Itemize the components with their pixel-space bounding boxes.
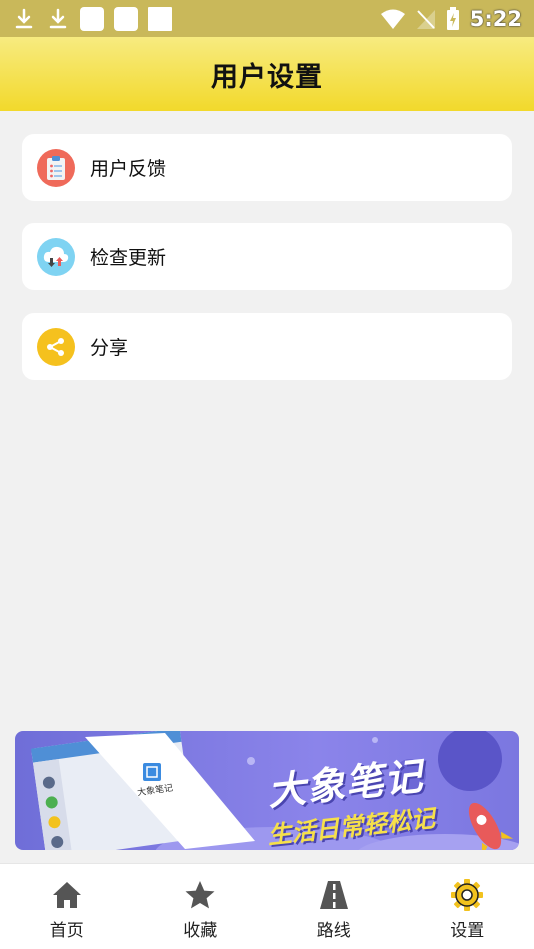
feedback-item[interactable]: 用户反馈 [22, 134, 512, 201]
status-bar-right: 5:22 [380, 6, 522, 31]
nav-settings-label: 设置 [450, 921, 485, 941]
notification-icon [80, 6, 104, 31]
bottom-nav: 首页 收藏 路线 设置 [0, 863, 534, 949]
status-time: 5:22 [469, 6, 522, 31]
feedback-label: 用户反馈 [90, 158, 167, 180]
share-label: 分享 [90, 337, 129, 359]
check-update-label: 检查更新 [90, 247, 167, 269]
download-icon [15, 8, 33, 28]
battery-icon [446, 6, 459, 30]
nav-favorites[interactable]: 收藏 [134, 864, 268, 949]
clipboard-icon [37, 148, 75, 187]
download-icon [49, 8, 67, 28]
app-header: 用户设置 [0, 37, 534, 111]
share-item[interactable]: 分享 [22, 313, 512, 380]
promo-banner[interactable]: 大象笔记 大象笔记 生活日常轻松记 [15, 731, 519, 850]
notification-icon [148, 6, 172, 31]
status-bar-left [12, 6, 172, 31]
road-icon [319, 881, 348, 909]
page-title: 用户设置 [211, 61, 323, 93]
nav-home[interactable]: 首页 [0, 864, 134, 949]
gear-icon [451, 879, 484, 911]
wifi-icon [380, 9, 405, 29]
cloud-download-icon [37, 237, 75, 276]
nav-home-label: 首页 [49, 921, 84, 941]
notification-icon [114, 6, 138, 31]
status-bar: 5:22 [0, 0, 534, 37]
home-icon [52, 882, 81, 908]
nav-favorites-label: 收藏 [183, 921, 218, 941]
signal-icon [416, 9, 435, 29]
star-icon [185, 881, 215, 909]
nav-route-label: 路线 [316, 921, 351, 941]
nav-route[interactable]: 路线 [267, 864, 401, 949]
check-update-item[interactable]: 检查更新 [22, 223, 512, 290]
share-icon [37, 327, 75, 366]
nav-settings[interactable]: 设置 [401, 864, 534, 949]
